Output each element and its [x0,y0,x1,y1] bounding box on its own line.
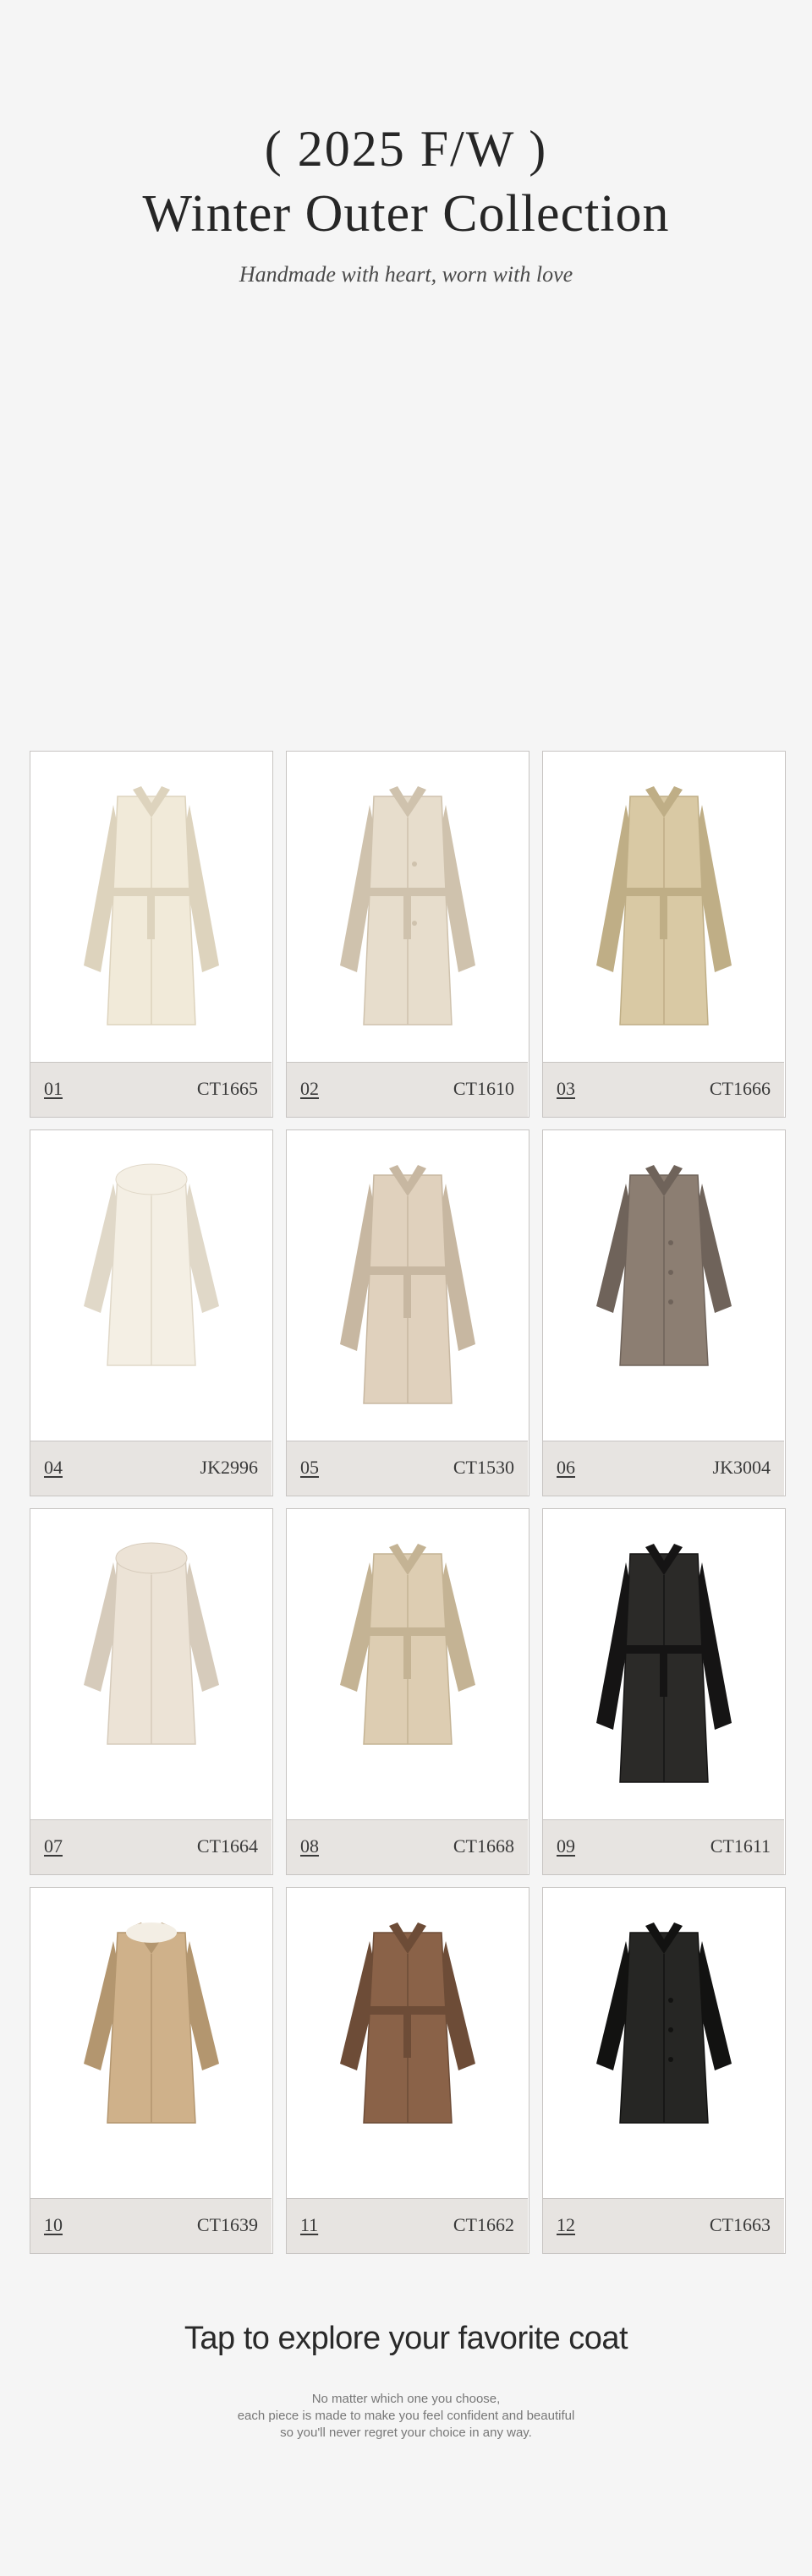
product-code: CT1665 [196,1078,258,1099]
product-card[interactable]: 04 JK2996 [30,1129,273,1496]
product-number-link[interactable]: 01 [44,1078,63,1100]
cta-line: each piece is made to make you feel conf… [237,2409,575,2423]
product-card[interactable]: 11 CT1662 [286,1887,529,2254]
product-card[interactable]: 06 JK3004 [542,1129,786,1496]
product-caption-bar: 07 CT1664 [30,1819,272,1874]
belted-jacket-icon [339,1544,475,1745]
long-belted-coat-icon [595,1544,732,1783]
product-caption-bar: 09 CT1611 [543,1819,784,1874]
collection-title: Winter Outer Collection [142,185,670,243]
product-caption-bar: 03 CT1666 [543,1062,784,1117]
product-image[interactable] [30,1130,272,1440]
product-number-link[interactable]: 03 [557,1078,575,1100]
short-fur-jacket-icon [83,1163,219,1366]
product-number-link[interactable]: 07 [44,1835,63,1857]
page-header: ( 2025 F/W ) Winter Outer Collection Han… [0,0,812,321]
product-number-link[interactable]: 10 [44,2214,63,2236]
cta-description: No matter which one you choose, each pie… [0,2391,812,2442]
product-caption-bar: 08 CT1668 [287,1819,528,1874]
product-card[interactable]: 08 CT1668 [286,1508,529,1875]
product-number-link[interactable]: 05 [300,1457,319,1479]
product-card[interactable]: 07 CT1664 [30,1508,273,1875]
product-caption-bar: 06 JK3004 [543,1441,784,1496]
product-image[interactable] [30,1888,272,2197]
product-code: CT1668 [453,1835,514,1857]
product-caption-bar: 10 CT1639 [30,2198,272,2253]
product-number-link[interactable]: 11 [300,2214,318,2236]
collection-subtitle: Handmade with heart, worn with love [239,262,573,287]
fur-coat-icon [83,1542,219,1745]
product-card[interactable]: 09 CT1611 [542,1508,786,1875]
product-code: JK2996 [200,1457,258,1478]
cta-headline: Tap to explore your favorite coat [184,2321,628,2356]
short-jacket-icon [595,1922,732,2124]
product-code: CT1662 [453,2214,514,2235]
product-number-link[interactable]: 12 [557,2214,575,2236]
belted-jacket-icon [339,1922,475,2124]
product-card[interactable]: 10 CT1639 [30,1887,273,2254]
product-code: CT1639 [196,2214,258,2235]
product-code: CT1611 [710,1835,771,1857]
product-caption-bar: 05 CT1530 [287,1441,528,1496]
product-caption-bar: 02 CT1610 [287,1062,528,1117]
long-belted-coat-icon [83,786,219,1025]
product-caption-bar: 11 CT1662 [287,2198,528,2253]
product-number-link[interactable]: 02 [300,1078,319,1100]
product-image[interactable] [543,1509,784,1819]
product-image[interactable] [543,1888,784,2197]
tweed-jacket-icon [595,1165,732,1366]
product-image[interactable] [30,752,272,1061]
product-code: CT1666 [709,1078,771,1099]
product-image[interactable] [30,1509,272,1819]
product-code: CT1664 [196,1835,258,1857]
product-card[interactable]: 03 CT1666 [542,751,786,1118]
product-image[interactable] [287,1130,528,1440]
product-image[interactable] [543,1130,784,1440]
product-caption-bar: 12 CT1663 [543,2198,784,2253]
cta-line: so you'll never regret your choice in an… [280,2426,532,2440]
product-image[interactable] [543,752,784,1061]
long-belted-coat-icon [595,786,732,1025]
product-caption-bar: 01 CT1665 [30,1062,272,1117]
product-number-link[interactable]: 04 [44,1457,63,1479]
product-number-link[interactable]: 06 [557,1457,575,1479]
product-image[interactable] [287,1509,528,1819]
shearling-collar-coat-icon [83,1922,219,2124]
wrap-coat-icon [339,1165,475,1404]
cta-line: No matter which one you choose, [311,2392,501,2406]
product-card[interactable]: 01 CT1665 [30,751,273,1118]
product-code: CT1610 [453,1078,514,1099]
product-number-link[interactable]: 09 [557,1835,575,1857]
season-label: ( 2025 F/W ) [264,121,548,177]
product-card[interactable]: 12 CT1663 [542,1887,786,2254]
product-code: CT1530 [453,1457,514,1478]
product-code: JK3004 [712,1457,771,1478]
product-card[interactable]: 02 CT1610 [286,751,529,1118]
product-image[interactable] [287,1888,528,2197]
product-card[interactable]: 05 CT1530 [286,1129,529,1496]
product-caption-bar: 04 JK2996 [30,1441,272,1496]
product-number-link[interactable]: 08 [300,1835,319,1857]
double-breasted-belted-coat-icon [339,786,475,1025]
product-image[interactable] [287,752,528,1061]
product-code: CT1663 [709,2214,771,2235]
